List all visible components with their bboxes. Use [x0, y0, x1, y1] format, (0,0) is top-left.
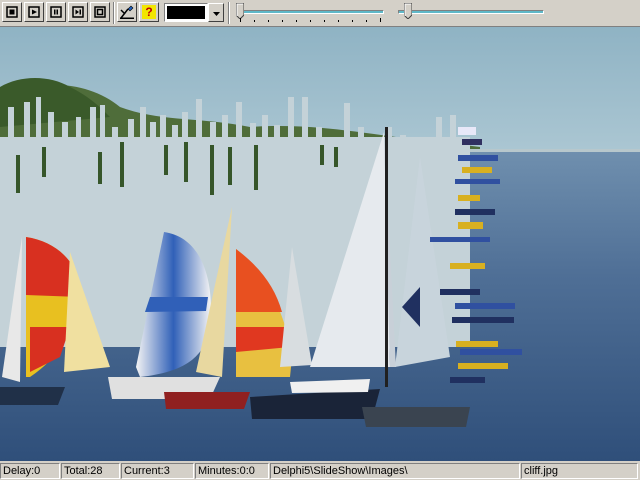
play-icon	[28, 6, 40, 18]
fullscreen-button[interactable]	[90, 2, 110, 22]
toolbar: ?	[0, 0, 640, 27]
step-icon	[72, 6, 84, 18]
status-file: cliff.jpg	[521, 463, 638, 479]
stop-button[interactable]	[2, 2, 22, 22]
play-button[interactable]	[24, 2, 44, 22]
stop-icon	[6, 6, 18, 18]
delay-track	[236, 10, 384, 14]
settings-button[interactable]	[117, 2, 137, 22]
slide-image	[0, 27, 640, 461]
color-swatch	[167, 6, 205, 19]
status-total: Total:28	[61, 463, 120, 479]
help-button[interactable]: ?	[139, 2, 159, 22]
delay-thumb[interactable]	[236, 3, 244, 19]
fullscreen-icon	[94, 6, 106, 18]
delay-ticks	[240, 18, 381, 22]
chevron-down-icon	[212, 7, 220, 19]
speed-track	[398, 10, 544, 14]
pause-button[interactable]	[46, 2, 66, 22]
status-delay: Delay:0	[0, 463, 60, 479]
delay-trackbar[interactable]	[236, 2, 384, 24]
color-dropdown-button[interactable]	[208, 3, 224, 22]
status-current: Current:3	[121, 463, 194, 479]
pause-icon	[50, 6, 62, 18]
help-icon: ?	[142, 5, 156, 19]
status-minutes: Minutes:0:0	[195, 463, 269, 479]
settings-icon	[119, 4, 135, 20]
step-button[interactable]	[68, 2, 88, 22]
status-bar: Delay:0 Total:28 Current:3 Minutes:0:0 D…	[0, 461, 640, 480]
speed-thumb[interactable]	[404, 3, 412, 19]
speed-trackbar[interactable]	[398, 2, 544, 24]
status-path: Delphi5\SlideShow\Images\	[270, 463, 520, 479]
color-selector[interactable]	[164, 3, 208, 22]
